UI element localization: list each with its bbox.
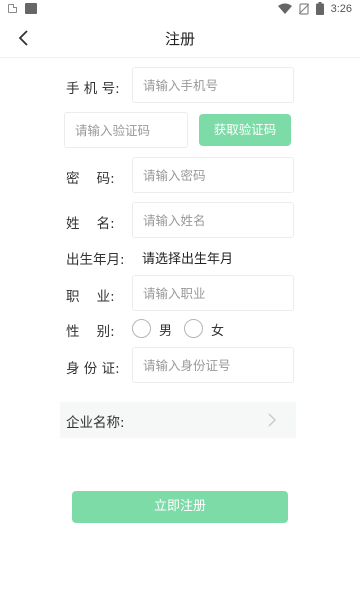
- status-bar: 3:26: [0, 0, 360, 18]
- job-label: 职 业:: [66, 289, 115, 305]
- sim-icon: [8, 4, 17, 13]
- status-left-icons: [8, 3, 37, 14]
- password-label: 密 码:: [66, 171, 115, 187]
- company-label: 企业名称:: [66, 415, 125, 431]
- gender-label: 性 别:: [66, 324, 115, 340]
- battery-icon: [315, 2, 324, 15]
- birth-picker[interactable]: 请选择出生年月: [142, 248, 233, 267]
- job-input[interactable]: [132, 275, 294, 311]
- name-input[interactable]: [132, 202, 294, 238]
- gender-male-label[interactable]: 男: [159, 320, 172, 339]
- get-code-button[interactable]: 获取验证码: [199, 114, 291, 146]
- gender-female-radio[interactable]: [184, 319, 203, 338]
- sd-card-icon: [25, 3, 37, 14]
- birth-label: 出生年月:: [66, 252, 125, 268]
- id-card-label: 身 份 证:: [66, 361, 120, 377]
- page-title: 注册: [164, 30, 195, 48]
- no-sim-icon: [298, 2, 309, 15]
- verification-code-input[interactable]: [64, 112, 188, 148]
- title-bar: 注册: [0, 18, 360, 58]
- chevron-right-icon: [268, 413, 276, 427]
- gender-male-radio[interactable]: [132, 319, 151, 338]
- gender-female-label[interactable]: 女: [211, 320, 224, 339]
- phone-input[interactable]: [132, 67, 294, 103]
- phone-label: 手 机 号:: [66, 81, 120, 97]
- id-card-input[interactable]: [132, 347, 294, 383]
- register-button[interactable]: 立即注册: [72, 491, 288, 523]
- status-right-icons: 3:26: [277, 2, 352, 15]
- company-selector[interactable]: 企业名称:: [60, 402, 296, 438]
- password-input[interactable]: [132, 157, 294, 193]
- name-label: 姓 名:: [66, 216, 115, 232]
- status-time: 3:26: [330, 2, 352, 15]
- wifi-icon: [277, 3, 292, 14]
